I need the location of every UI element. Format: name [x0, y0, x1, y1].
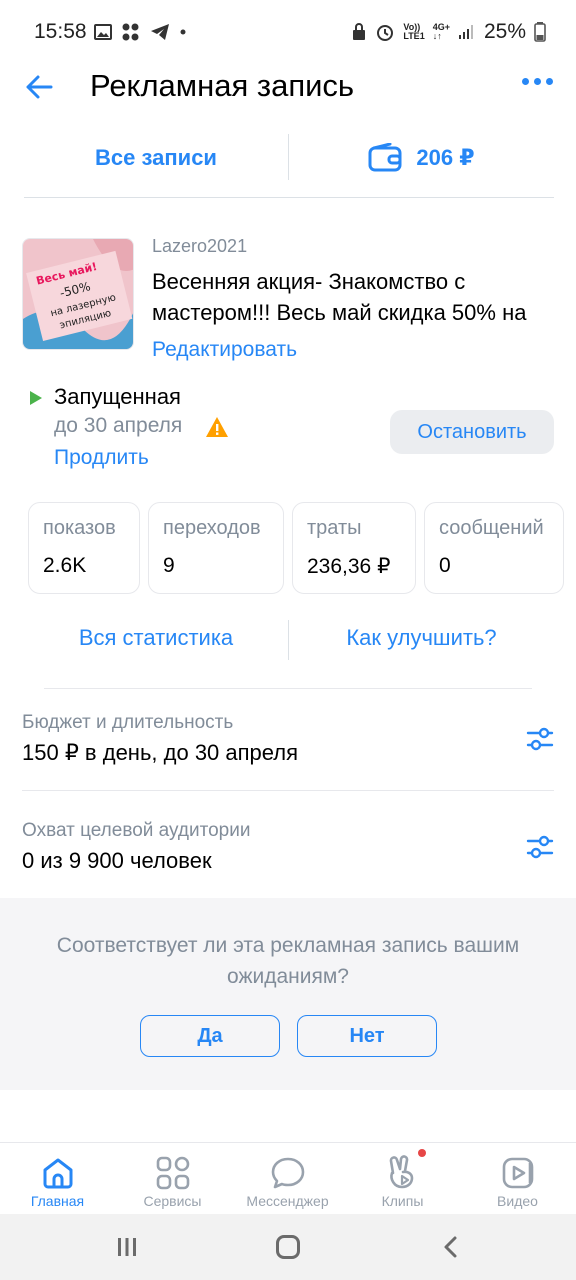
ad-status: Запущенная [54, 384, 181, 409]
budget-value: 150 ₽ в день, до 30 апреля [22, 740, 299, 765]
metric-clicks: переходов 9 [148, 502, 284, 594]
system-navigation-bar [0, 1214, 576, 1280]
more-options-icon[interactable] [522, 78, 554, 90]
recents-icon[interactable] [115, 1235, 139, 1259]
balance-value: 206 ₽ [416, 145, 475, 170]
reach-row[interactable]: Охват целевой аудитории 0 из 9 900 челов… [22, 820, 554, 874]
reach-value: 0 из 9 900 человек [22, 848, 212, 873]
no-button[interactable]: Нет [297, 1015, 437, 1057]
signal-icon [458, 25, 473, 39]
battery-icon [534, 22, 546, 42]
notification-dot [418, 1149, 426, 1157]
metric-value: 9 [163, 554, 175, 577]
app-header: Рекламная запись [0, 64, 576, 114]
system-back-icon[interactable] [440, 1235, 464, 1259]
reach-label: Охват целевой аудитории [22, 820, 251, 841]
status-bar: 15:58 Vo)) LTE1 4G+ ↓↑ 25% [0, 0, 576, 64]
stats-links: Вся статистика Как улучшить? [24, 614, 554, 664]
lock-icon [353, 23, 366, 40]
battery-percent: 25% [483, 20, 526, 43]
nav-services[interactable]: Сервисы [115, 1143, 230, 1215]
status-time: 15:58 [34, 20, 87, 43]
nav-home[interactable]: Главная [0, 1143, 115, 1215]
improve-link[interactable]: Как улучшить? [289, 614, 554, 662]
ad-status-until: до 30 апреля [54, 414, 183, 437]
ad-thumbnail[interactable]: Весь май! -50% на лазерную эпиляцию [22, 238, 134, 350]
wallet-icon [368, 143, 402, 172]
messenger-icon [271, 1157, 305, 1189]
yes-button[interactable]: Да [140, 1015, 280, 1057]
metric-label: переходов [163, 517, 261, 539]
nav-label: Сервисы [143, 1193, 202, 1209]
network-indicator: 4G+ ↓↑ [432, 22, 450, 41]
metric-spend: траты 236,36 ₽ [292, 502, 416, 594]
services-icon [156, 1156, 190, 1190]
nav-video[interactable]: Видео [460, 1143, 575, 1215]
metric-value: 2.6K [43, 554, 87, 577]
metric-impressions: показов 2.6K [28, 502, 140, 594]
back-arrow-icon[interactable] [24, 72, 54, 102]
home-icon [43, 1158, 73, 1189]
all-posts-button[interactable]: Все записи [24, 134, 288, 182]
budget-label: Бюджет и длительность [22, 712, 234, 733]
balance-button[interactable]: 206 ₽ [289, 134, 554, 182]
nav-messenger[interactable]: Мессенджер [230, 1143, 345, 1215]
metric-label: сообщений [439, 517, 544, 539]
feedback-panel: Соответствует ли эта рекламная запись ва… [0, 898, 576, 1090]
metric-value: 236,36 ₽ [307, 555, 391, 578]
volte-indicator: Vo)) LTE1 [403, 22, 425, 41]
divider [44, 688, 532, 689]
nav-clips[interactable]: Клипы [345, 1143, 460, 1215]
divider [22, 790, 554, 791]
bottom-navigation: Главная Сервисы Мессенджер Клипы Видео [0, 1142, 576, 1214]
extend-link[interactable]: Продлить [54, 446, 149, 470]
alarm-icon [377, 25, 394, 41]
metrics-strip[interactable]: показов 2.6K переходов 9 траты 236,36 ₽ … [28, 502, 576, 594]
metric-label: траты [307, 517, 362, 539]
app-dots-icon [122, 23, 139, 41]
stop-button[interactable]: Остановить [390, 410, 554, 454]
clips-icon [389, 1155, 414, 1189]
metric-messages: сообщений 0 [424, 502, 564, 594]
running-status-icon [30, 391, 42, 405]
budget-row[interactable]: Бюджет и длительность 150 ₽ в день, до 3… [22, 712, 554, 766]
nav-label: Клипы [381, 1193, 424, 1209]
status-right: Vo)) LTE1 4G+ ↓↑ 25% [351, 20, 546, 44]
feedback-question: Соответствует ли эта рекламная запись ва… [56, 934, 520, 988]
video-icon [502, 1157, 534, 1189]
nav-label: Главная [30, 1193, 85, 1209]
metric-value: 0 [439, 554, 451, 577]
ad-group-name: Lazero2021 [152, 236, 248, 256]
sliders-icon[interactable] [526, 834, 554, 860]
home-button-icon[interactable] [276, 1235, 300, 1259]
all-stats-link[interactable]: Вся статистика [24, 614, 288, 662]
ad-text: Весенняя акция- Знакомство с мастером!!!… [152, 269, 527, 325]
warning-icon[interactable] [205, 416, 229, 438]
metric-label: показов [43, 517, 116, 539]
notification-icons [94, 22, 188, 42]
nav-label: Видео [497, 1193, 538, 1209]
gallery-icon [94, 24, 112, 40]
edit-ad-link[interactable]: Редактировать [152, 338, 297, 362]
top-switcher: Все записи 206 ₽ [24, 134, 554, 198]
page-title: Рекламная запись [90, 68, 355, 103]
nav-label: Мессенджер [246, 1193, 329, 1209]
sliders-icon[interactable] [526, 726, 554, 752]
ad-image: Весь май! -50% на лазерную эпиляцию [23, 239, 133, 349]
telegram-icon [151, 24, 169, 40]
more-notifications-icon [180, 29, 186, 35]
